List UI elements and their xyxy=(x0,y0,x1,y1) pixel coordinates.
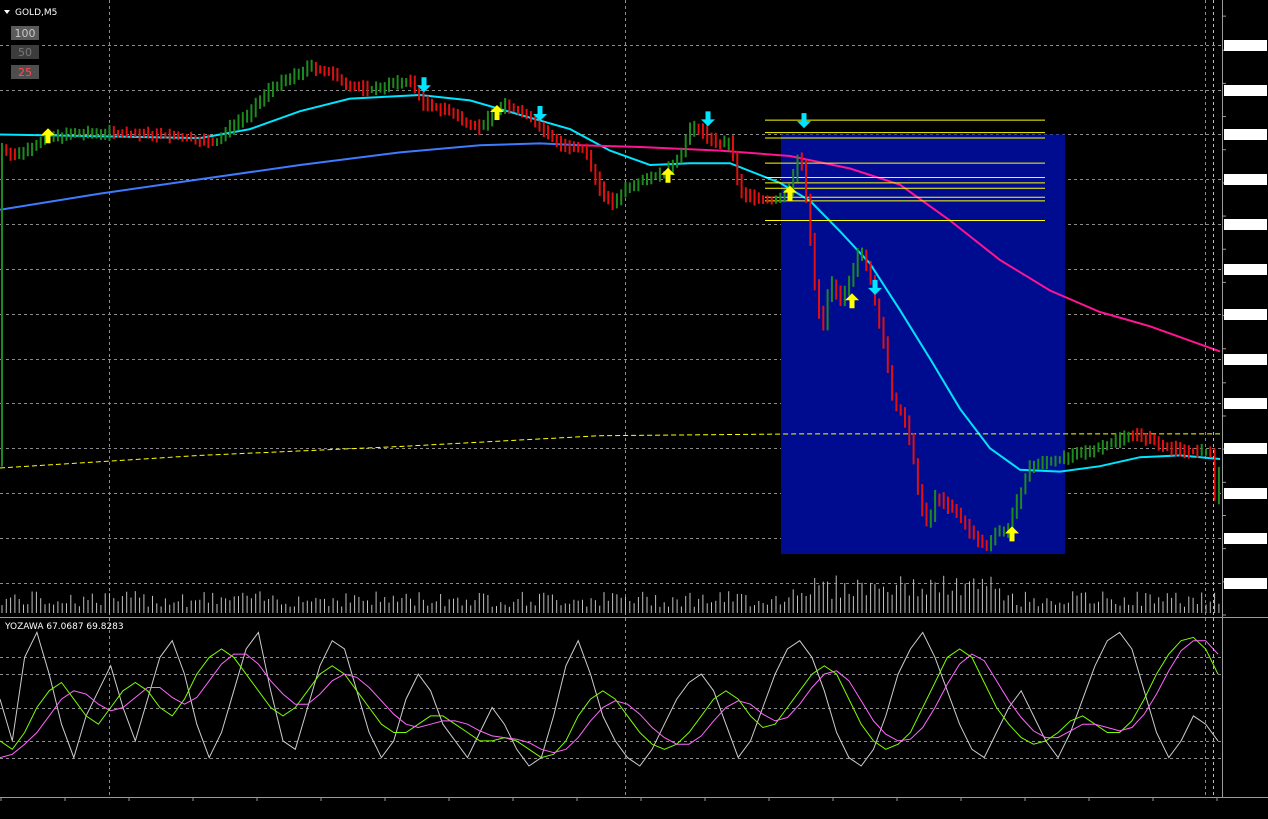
chart-background xyxy=(0,0,1268,815)
level-tag xyxy=(1224,40,1267,51)
chart-canvas[interactable]: GOLD,M5 100 50 25 YOZAWA 67.0687 69.8283 xyxy=(0,0,1268,815)
ruler-button-25[interactable]: 25 xyxy=(11,65,39,79)
level-tag xyxy=(1224,85,1267,96)
ruler-buttons: 100 50 25 xyxy=(11,26,39,79)
level-tag xyxy=(1224,398,1267,409)
ruler-button-50-label: 50 xyxy=(18,46,32,59)
level-tag xyxy=(1224,578,1267,589)
level-tag xyxy=(1224,354,1267,365)
level-tag xyxy=(1224,309,1267,320)
trading-chart-window[interactable]: GOLD,M5 100 50 25 YOZAWA 67.0687 69.8283 xyxy=(0,0,1268,815)
level-tag xyxy=(1224,174,1267,185)
level-tag xyxy=(1224,129,1267,140)
oscillator-label: YOZAWA 67.0687 69.8283 xyxy=(4,622,124,632)
level-tag xyxy=(1224,443,1267,454)
ruler-button-25-label: 25 xyxy=(18,66,32,79)
level-tag xyxy=(1224,219,1267,230)
symbol-label: GOLD,M5 xyxy=(15,8,57,18)
level-tag xyxy=(1224,264,1267,275)
ruler-button-100[interactable]: 100 xyxy=(11,26,39,40)
level-tag xyxy=(1224,488,1267,499)
ruler-button-100-label: 100 xyxy=(15,27,36,40)
ruler-button-50[interactable]: 50 xyxy=(11,45,39,59)
level-tag xyxy=(1224,533,1267,544)
